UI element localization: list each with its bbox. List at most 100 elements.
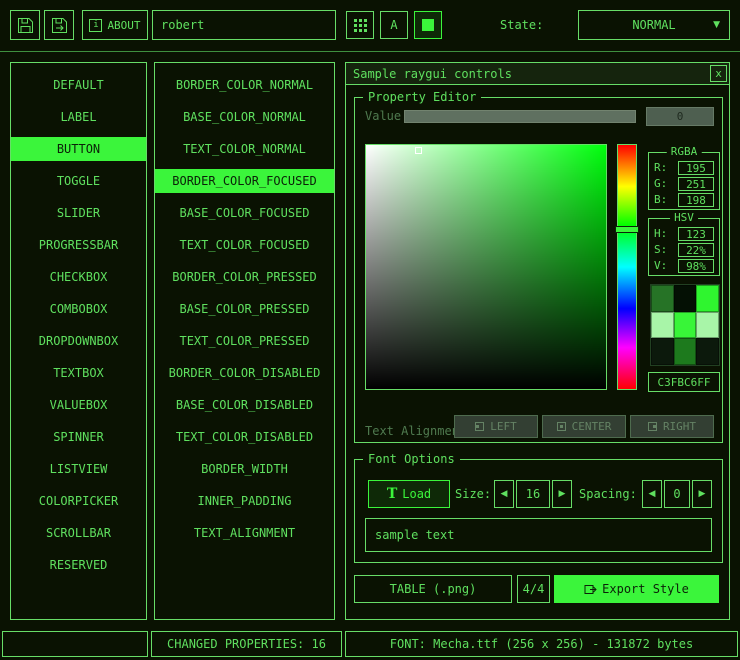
hue-bar[interactable]	[617, 144, 637, 390]
list-item[interactable]: BASE_COLOR_FOCUSED	[155, 201, 334, 225]
align-center-button[interactable]: CENTER	[542, 415, 626, 438]
about-button[interactable]: i ABOUT	[82, 10, 148, 40]
floppy-save-icon	[17, 17, 34, 34]
list-item[interactable]: BASE_COLOR_DISABLED	[155, 393, 334, 417]
style-table-view-button[interactable]	[346, 11, 374, 39]
list-item[interactable]: TEXT_COLOR_NORMAL	[155, 137, 334, 161]
export-pages-value[interactable]: 4/4	[517, 575, 550, 603]
list-item[interactable]: LABEL	[11, 105, 146, 129]
status-cell-font-info: FONT: Mecha.ttf (256 x 256) - 131872 byt…	[345, 631, 738, 657]
sample-window-titlebar[interactable]: Sample raygui controls x	[346, 63, 729, 85]
list-item[interactable]: INNER_PADDING	[155, 489, 334, 513]
rgba-row-r: R: 195	[654, 160, 714, 175]
list-item[interactable]: CHECKBOX	[11, 265, 146, 289]
hsv-row-h: H: 123	[654, 226, 714, 241]
hex-color-input[interactable]: C3FBC6FF	[648, 372, 720, 392]
changed-properties-text: CHANGED PROPERTIES: 16	[167, 637, 326, 651]
palette-color-cell[interactable]	[674, 312, 697, 339]
list-item[interactable]: SLIDER	[11, 201, 146, 225]
align-center-icon	[557, 422, 566, 431]
hsv-row-v: V: 98%	[654, 258, 714, 273]
value-slider[interactable]	[404, 110, 636, 123]
hex-color-value: C3FBC6FF	[658, 376, 711, 389]
list-item[interactable]: BORDER_WIDTH	[155, 457, 334, 481]
list-item[interactable]: VALUEBOX	[11, 393, 146, 417]
chevron-left-icon: ◀	[501, 489, 508, 499]
controls-list: DEFAULT LABEL BUTTON TOGGLE SLIDER PROGRESSBA…	[10, 62, 147, 620]
sample-text-input[interactable]: sample text	[365, 518, 712, 552]
hsv-row-s: S: 22%	[654, 242, 714, 257]
list-item[interactable]: TOGGLE	[11, 169, 146, 193]
palette-color-cell[interactable]	[674, 285, 697, 312]
palette-color-cell[interactable]	[651, 312, 674, 339]
color-picker-cursor[interactable]	[415, 147, 422, 154]
size-decrease-button[interactable]: ◀	[494, 480, 514, 508]
close-button[interactable]: x	[710, 65, 727, 82]
list-item[interactable]: BORDER_COLOR_FOCUSED	[155, 169, 334, 193]
list-item[interactable]: BUTTON	[11, 137, 146, 161]
s-value: 22%	[678, 243, 714, 257]
toolbar-separator	[0, 51, 740, 52]
font-size-value[interactable]: 16	[516, 480, 550, 508]
font-load-button[interactable]: T Load	[368, 480, 450, 508]
list-item[interactable]: TEXT_ALIGNMENT	[155, 521, 334, 545]
list-item[interactable]: PROGRESSBAR	[11, 233, 146, 257]
filled-square-icon	[422, 19, 434, 31]
list-item[interactable]: COMBOBOX	[11, 297, 146, 321]
list-item[interactable]: DROPDOWNBOX	[11, 329, 146, 353]
palette-color-cell[interactable]	[696, 338, 719, 365]
export-pages-text: 4/4	[523, 582, 545, 596]
spacing-increase-button[interactable]: ▶	[692, 480, 712, 508]
palette-color-cell[interactable]	[674, 338, 697, 365]
list-item[interactable]: DEFAULT	[11, 73, 146, 97]
export-style-button[interactable]: Export Style	[554, 575, 719, 603]
list-item[interactable]: SPINNER	[11, 425, 146, 449]
list-item[interactable]: TEXT_COLOR_PRESSED	[155, 329, 334, 353]
letter-a-icon: A	[390, 18, 397, 32]
align-center-label: CENTER	[572, 420, 612, 433]
export-format-button[interactable]: TABLE (.png)	[354, 575, 512, 603]
list-item[interactable]: TEXT_COLOR_DISABLED	[155, 425, 334, 449]
list-item[interactable]: TEXT_COLOR_FOCUSED	[155, 233, 334, 257]
export-icon	[584, 584, 597, 595]
list-item[interactable]: BASE_COLOR_PRESSED	[155, 297, 334, 321]
spacing-decrease-button[interactable]: ◀	[642, 480, 662, 508]
hue-bar-cursor[interactable]	[615, 226, 639, 233]
palette-color-cell[interactable]	[696, 285, 719, 312]
list-item[interactable]: RESERVED	[11, 553, 146, 577]
align-right-button[interactable]: RIGHT	[630, 415, 714, 438]
font-options-group-label: Font Options	[363, 452, 460, 466]
font-atlas-view-button[interactable]: A	[380, 11, 408, 39]
align-left-button[interactable]: LEFT	[454, 415, 538, 438]
list-item[interactable]: BORDER_COLOR_NORMAL	[155, 73, 334, 97]
value-button[interactable]: 0	[646, 107, 714, 126]
palette-color-cell[interactable]	[651, 285, 674, 312]
palette-color-cell[interactable]	[696, 312, 719, 339]
font-spacing-value-text: 0	[673, 487, 680, 501]
controls-view-button[interactable]	[414, 11, 442, 39]
close-icon: x	[715, 68, 722, 79]
state-label: State:	[500, 10, 543, 40]
list-item[interactable]: SCROLLBAR	[11, 521, 146, 545]
palette-color-cell[interactable]	[651, 338, 674, 365]
b-label: B:	[654, 193, 667, 206]
font-options-group: Font Options T Load Size: ◀ 16 ▶ Spacing…	[354, 459, 723, 563]
font-load-label: Load	[402, 487, 431, 501]
size-increase-button[interactable]: ▶	[552, 480, 572, 508]
font-size-label: Size:	[455, 480, 491, 508]
color-picker-panel[interactable]	[365, 144, 607, 390]
list-item[interactable]: TEXTBOX	[11, 361, 146, 385]
b-value: 198	[678, 193, 714, 207]
export-style-file-button[interactable]	[44, 10, 74, 40]
list-item[interactable]: BORDER_COLOR_DISABLED	[155, 361, 334, 385]
save-style-button[interactable]	[10, 10, 40, 40]
list-item[interactable]: BASE_COLOR_NORMAL	[155, 105, 334, 129]
state-dropdown[interactable]: NORMAL ▼	[578, 10, 730, 40]
s-label: S:	[654, 243, 667, 256]
font-spacing-value[interactable]: 0	[664, 480, 690, 508]
list-item[interactable]: COLORPICKER	[11, 489, 146, 513]
toolbar: i ABOUT A State: NORMAL ▼	[0, 0, 740, 52]
style-name-input[interactable]	[152, 10, 336, 40]
list-item[interactable]: LISTVIEW	[11, 457, 146, 481]
list-item[interactable]: BORDER_COLOR_PRESSED	[155, 265, 334, 289]
